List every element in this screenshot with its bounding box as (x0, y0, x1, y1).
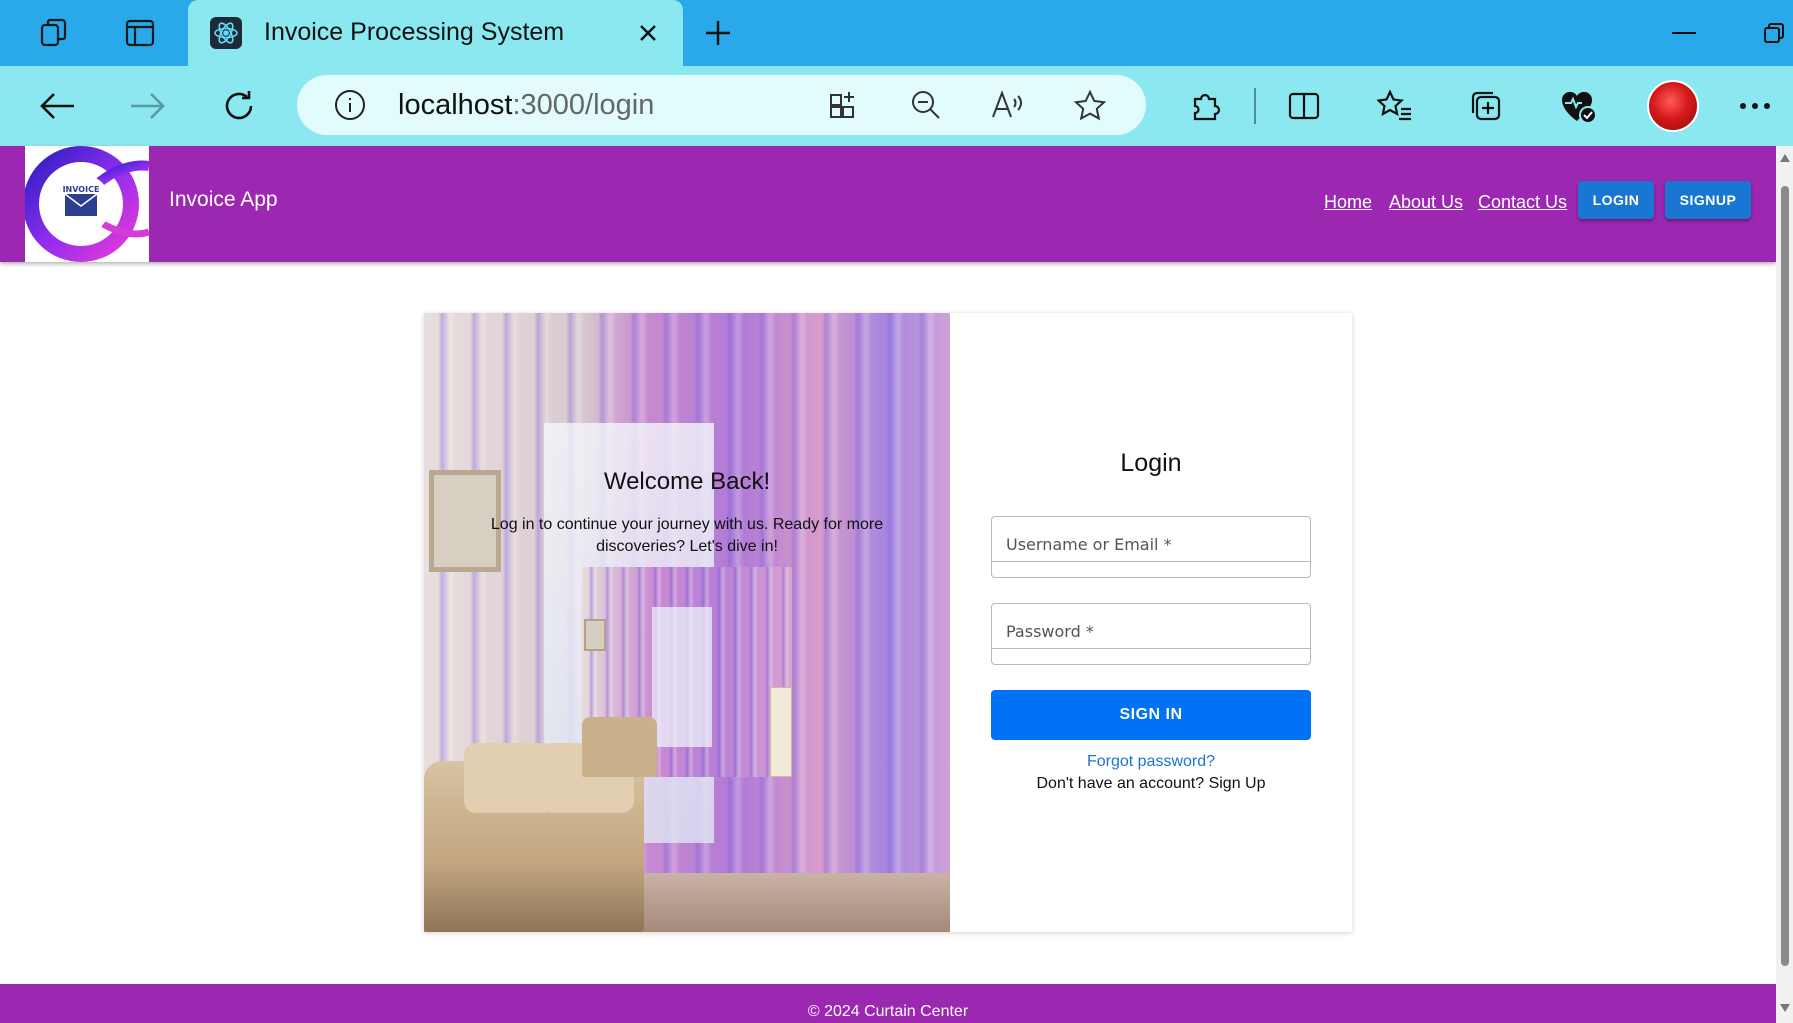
page-scrollbar[interactable] (1776, 146, 1793, 1023)
zoom-out-icon[interactable] (907, 87, 945, 123)
nav-link-contact[interactable]: Contact Us (1478, 192, 1567, 213)
back-icon[interactable] (33, 82, 81, 130)
profile-avatar[interactable] (1647, 80, 1699, 132)
scrollbar-thumb[interactable] (1781, 186, 1789, 966)
workspaces-icon[interactable] (34, 13, 74, 53)
nav-signup-button[interactable]: SIGNUP (1665, 181, 1751, 219)
scroll-up-arrow-icon[interactable] (1780, 154, 1790, 162)
plus-icon[interactable] (698, 13, 738, 53)
tab-actions-icon[interactable] (120, 13, 160, 53)
address-bar[interactable]: localhost:3000/login (297, 75, 1146, 135)
hero-thumbnail (582, 567, 792, 777)
hero-image: Welcome Back! Log in to continue your jo… (424, 313, 950, 932)
tab-active[interactable]: Invoice Processing System (188, 0, 683, 66)
forward-icon[interactable] (124, 82, 172, 130)
browser-essentials-icon[interactable] (1558, 86, 1598, 126)
toolbar-divider (1254, 88, 1256, 124)
info-icon[interactable] (333, 88, 367, 122)
more-icon[interactable] (1735, 86, 1775, 126)
app-logo[interactable]: INVOICE (25, 146, 149, 262)
password-label: Password * (1006, 622, 1094, 641)
login-card: Welcome Back! Log in to continue your jo… (424, 313, 1352, 932)
thumbnail-window (652, 607, 712, 747)
restore-icon[interactable] (1755, 16, 1793, 50)
browser-tab-strip: Invoice Processing System (0, 0, 1793, 66)
nav-login-button[interactable]: LOGIN (1578, 181, 1654, 219)
welcome-text: Log in to continue your journey with us.… (490, 516, 884, 555)
username-field[interactable]: Username or Email * (991, 516, 1311, 578)
forgot-password-link[interactable]: Forgot password? (950, 753, 1352, 771)
sign-in-button[interactable]: SIGN IN (991, 690, 1311, 740)
app-navbar: INVOICE Invoice App Home About Us Contac… (0, 146, 1776, 262)
app-title: Invoice App (169, 188, 278, 211)
favorite-star-icon[interactable] (1071, 87, 1109, 123)
read-aloud-icon[interactable] (989, 87, 1027, 123)
nav-link-about[interactable]: About Us (1389, 192, 1463, 213)
tab-title: Invoice Processing System (264, 18, 565, 46)
scroll-down-arrow-icon[interactable] (1780, 1004, 1790, 1012)
username-label: Username or Email * (1006, 535, 1172, 554)
logo-text: INVOICE (63, 185, 100, 194)
nav-link-home[interactable]: Home (1324, 192, 1372, 213)
extensions-icon[interactable] (1186, 86, 1226, 126)
thumbnail-sofa (582, 717, 657, 777)
login-title: Login (1120, 449, 1182, 477)
collections-icon[interactable] (1466, 86, 1506, 126)
minimize-icon[interactable] (1664, 18, 1704, 48)
app-install-icon[interactable] (825, 87, 863, 123)
page-footer: © 2024 Curtain Center (0, 984, 1776, 1023)
react-favicon-icon (210, 17, 242, 49)
welcome-title: Welcome Back! (603, 468, 771, 495)
url-host: localhost (398, 89, 513, 121)
browser-toolbar: localhost:3000/login (0, 66, 1793, 146)
thumbnail-dresser (770, 687, 792, 777)
split-screen-icon[interactable] (1284, 86, 1324, 126)
thumbnail-frame (584, 619, 606, 651)
footer-copyright: © 2024 Curtain Center (807, 1003, 969, 1020)
close-icon[interactable] (632, 17, 664, 49)
favorites-list-icon[interactable] (1375, 86, 1415, 126)
refresh-icon[interactable] (215, 82, 263, 130)
url-path: :3000/login (512, 89, 655, 121)
signup-prompt[interactable]: Don't have an account? Sign Up (950, 775, 1352, 793)
url-text: localhost:3000/login (398, 89, 654, 122)
password-field[interactable]: Password * (991, 603, 1311, 665)
